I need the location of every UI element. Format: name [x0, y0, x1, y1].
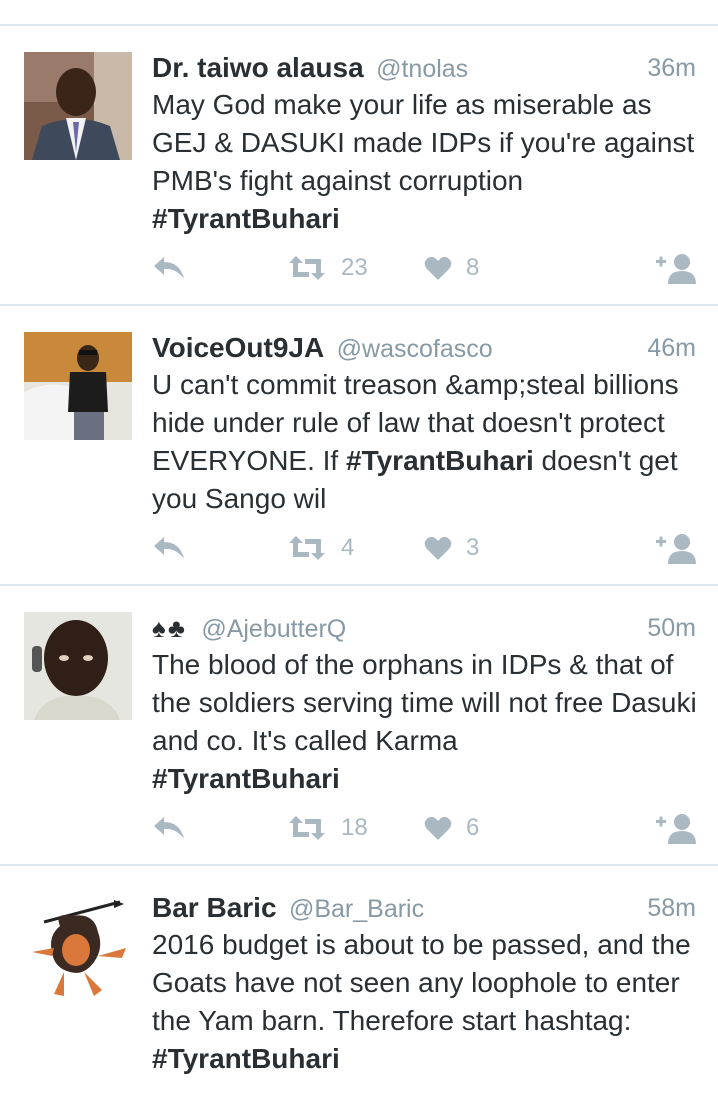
display-name[interactable]: ♠♣ — [152, 613, 187, 643]
user-handle[interactable]: @wascofasco — [337, 335, 493, 363]
tweet-text: U can't commit treason &amp;steal billio… — [152, 366, 700, 518]
reply-button[interactable] — [152, 250, 186, 286]
tweet-header: Bar Baric @Bar_Baric 58m — [152, 888, 696, 928]
tweet-time: 50m — [647, 614, 696, 642]
like-button[interactable]: 6 — [424, 810, 479, 846]
tweet-text-content: 2016 budget is about to be passed, and t… — [152, 929, 691, 1036]
reply-icon — [154, 537, 184, 559]
user-handle[interactable]: @AjebutterQ — [201, 615, 346, 643]
tweet-text: 2016 budget is about to be passed, and t… — [152, 926, 700, 1078]
tweet-text-content: May God make your life as miserable as G… — [152, 89, 695, 196]
follow-button[interactable] — [654, 530, 698, 566]
tweet-time: 58m — [647, 894, 696, 922]
tweet-card[interactable]: VoiceOut9JA @wascofasco 46m U can't comm… — [0, 306, 718, 586]
avatar[interactable] — [24, 892, 132, 1000]
tweet-card[interactable]: ♠♣ @AjebutterQ 50m The blood of the orph… — [0, 586, 718, 866]
user-handle[interactable]: @tnolas — [376, 55, 468, 83]
tweet-text: The blood of the orphans in IDPs & that … — [152, 646, 700, 798]
hashtag-link[interactable]: #TyrantBuhari — [346, 445, 534, 476]
heart-icon — [424, 536, 452, 560]
tweet-actions: 18 6 — [152, 810, 698, 846]
retweet-icon — [289, 256, 325, 280]
like-count: 8 — [466, 254, 480, 281]
display-name[interactable]: VoiceOut9JA — [152, 332, 324, 363]
tweet-header: Dr. taiwo alausa @tnolas 36m — [152, 48, 696, 88]
retweet-button[interactable]: 18 — [287, 810, 368, 846]
follow-icon — [656, 534, 696, 564]
hashtag-link[interactable]: #TyrantBuhari — [152, 203, 340, 234]
retweet-icon — [289, 816, 325, 840]
reply-button[interactable] — [152, 530, 186, 566]
avatar[interactable] — [24, 52, 132, 160]
heart-icon — [424, 256, 452, 280]
follow-button[interactable] — [654, 250, 698, 286]
tweet-actions: 4 3 — [152, 530, 698, 566]
like-count: 6 — [466, 814, 480, 841]
retweet-button[interactable]: 4 — [287, 530, 354, 566]
tweet-card[interactable]: Dr. taiwo alausa @tnolas 36m May God mak… — [0, 26, 718, 306]
like-count: 3 — [466, 534, 480, 561]
tweet-feed: Dr. taiwo alausa @tnolas 36m May God mak… — [0, 0, 718, 1099]
retweet-count: 4 — [341, 534, 355, 561]
reply-button[interactable] — [152, 810, 186, 846]
display-name[interactable]: Dr. taiwo alausa — [152, 52, 364, 83]
tweet-time: 36m — [647, 54, 696, 82]
hashtag-link[interactable]: #TyrantBuhari — [152, 1043, 340, 1074]
avatar[interactable] — [24, 332, 132, 440]
retweet-count: 18 — [341, 814, 368, 841]
user-handle[interactable]: @Bar_Baric — [289, 895, 424, 923]
tweet-actions: 23 8 — [152, 250, 698, 286]
follow-button[interactable] — [654, 810, 698, 846]
tweet-header: ♠♣ @AjebutterQ 50m — [152, 608, 696, 648]
tweet-card[interactable]: Bar Baric @Bar_Baric 58m 2016 budget is … — [0, 866, 718, 1099]
top-divider — [0, 0, 718, 26]
avatar[interactable] — [24, 612, 132, 720]
hashtag-link[interactable]: #TyrantBuhari — [152, 763, 340, 794]
retweet-icon — [289, 536, 325, 560]
tweet-text-content: The blood of the orphans in IDPs & that … — [152, 649, 697, 756]
like-button[interactable]: 3 — [424, 530, 479, 566]
reply-icon — [154, 257, 184, 279]
tweet-time: 46m — [647, 334, 696, 362]
heart-icon — [424, 816, 452, 840]
retweet-button[interactable]: 23 — [287, 250, 368, 286]
follow-icon — [656, 254, 696, 284]
like-button[interactable]: 8 — [424, 250, 479, 286]
tweet-text: May God make your life as miserable as G… — [152, 86, 700, 238]
tweet-header: VoiceOut9JA @wascofasco 46m — [152, 328, 696, 368]
retweet-count: 23 — [341, 254, 368, 281]
display-name[interactable]: Bar Baric — [152, 892, 277, 923]
reply-icon — [154, 817, 184, 839]
follow-icon — [656, 814, 696, 844]
